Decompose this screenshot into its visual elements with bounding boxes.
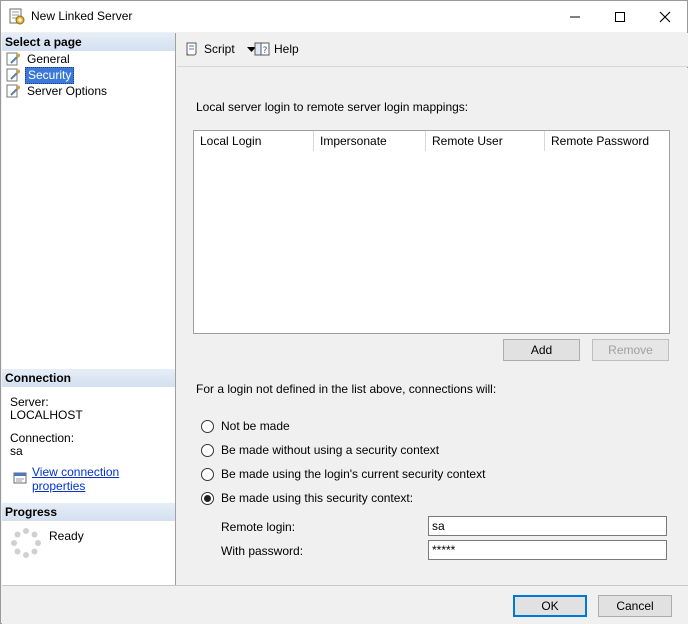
column-local-login[interactable]: Local Login xyxy=(194,131,314,151)
radio-button[interactable] xyxy=(201,419,214,433)
page-item-label: Security xyxy=(25,66,75,84)
dialog-button-bar: OK Cancel xyxy=(2,585,688,624)
connection-label: Connection: xyxy=(10,431,75,445)
progress-header: Progress xyxy=(2,503,175,521)
mappings-label: Local server login to remote server logi… xyxy=(196,100,469,114)
option-not-be-made[interactable]: Not be made xyxy=(201,418,290,434)
server-value: LOCALHOST xyxy=(10,408,83,422)
ok-button[interactable]: OK xyxy=(513,595,587,617)
remote-login-label: Remote login: xyxy=(221,520,296,534)
with-password-input[interactable]: ***** xyxy=(428,540,667,560)
page-wrench-icon xyxy=(5,83,21,99)
close-icon xyxy=(659,11,671,22)
connection-header: Connection xyxy=(2,369,175,387)
minimize-button[interactable] xyxy=(552,1,598,32)
maximize-icon xyxy=(615,11,625,22)
select-page-header: Select a page xyxy=(2,33,175,51)
script-button[interactable]: Script xyxy=(184,40,256,58)
remote-login-input[interactable]: sa xyxy=(428,516,667,536)
window-title: New Linked Server xyxy=(31,9,133,23)
radio-button[interactable] xyxy=(201,491,214,505)
properties-icon xyxy=(12,470,28,489)
page-item-server-options[interactable]: Server Options xyxy=(5,83,109,99)
server-label: Server: xyxy=(10,395,49,409)
page-item-general[interactable]: General xyxy=(5,51,72,67)
option-label: Not be made xyxy=(221,419,290,433)
progress-spinner-icon xyxy=(10,527,42,562)
script-label: Script xyxy=(204,42,235,56)
page-item-label: Server Options xyxy=(27,83,108,98)
radio-button[interactable] xyxy=(201,443,214,457)
help-label: Help xyxy=(274,42,299,56)
page-item-security[interactable]: Security xyxy=(5,66,75,84)
with-password-label: With password: xyxy=(221,544,304,558)
svg-text:?: ? xyxy=(263,46,268,56)
grid-header: Local Login Impersonate Remote User Remo… xyxy=(194,131,669,151)
option-label: Be made without using a security context xyxy=(221,443,440,457)
page-item-label: General xyxy=(27,51,70,66)
option-label: Be made using this security context: xyxy=(221,491,414,505)
maximize-button[interactable] xyxy=(597,1,643,32)
close-button[interactable] xyxy=(642,1,688,32)
title-bar: New Linked Server xyxy=(1,1,687,32)
option-without-security-context[interactable]: Be made without using a security context xyxy=(201,442,439,458)
not-defined-label: For a login not defined in the list abov… xyxy=(196,382,497,396)
help-button[interactable]: ? Help xyxy=(254,40,299,58)
toolbar: Script ? Help xyxy=(177,33,688,67)
option-this-security-context[interactable]: Be made using this security context: xyxy=(201,490,413,506)
minimize-icon xyxy=(570,16,580,17)
cancel-button[interactable]: Cancel xyxy=(598,595,672,617)
login-mappings-grid[interactable]: Local Login Impersonate Remote User Remo… xyxy=(193,130,670,334)
script-icon xyxy=(184,41,200,57)
left-pane: Select a page General Security Server Op… xyxy=(2,33,176,585)
option-current-security-context[interactable]: Be made using the login's current securi… xyxy=(201,466,485,482)
page-wrench-icon xyxy=(5,51,21,67)
add-button[interactable]: Add xyxy=(503,339,580,361)
remove-button[interactable]: Remove xyxy=(592,339,669,361)
security-page: Local server login to remote server logi… xyxy=(177,68,688,585)
view-connection-properties-text[interactable]: View connection properties xyxy=(32,465,175,493)
column-remote-password[interactable]: Remote Password xyxy=(545,131,669,151)
connection-value: sa xyxy=(10,444,23,458)
new-linked-server-dialog: New Linked Server Select a page General … xyxy=(0,0,688,624)
column-remote-user[interactable]: Remote User xyxy=(426,131,545,151)
column-impersonate[interactable]: Impersonate xyxy=(314,131,426,151)
progress-status: Ready xyxy=(49,529,84,543)
help-icon: ? xyxy=(254,41,270,57)
linked-server-icon xyxy=(8,8,25,25)
radio-button[interactable] xyxy=(201,467,214,481)
page-wrench-icon xyxy=(5,67,21,83)
view-connection-properties-link[interactable]: View connection properties xyxy=(12,465,175,493)
option-label: Be made using the login's current securi… xyxy=(221,467,486,481)
